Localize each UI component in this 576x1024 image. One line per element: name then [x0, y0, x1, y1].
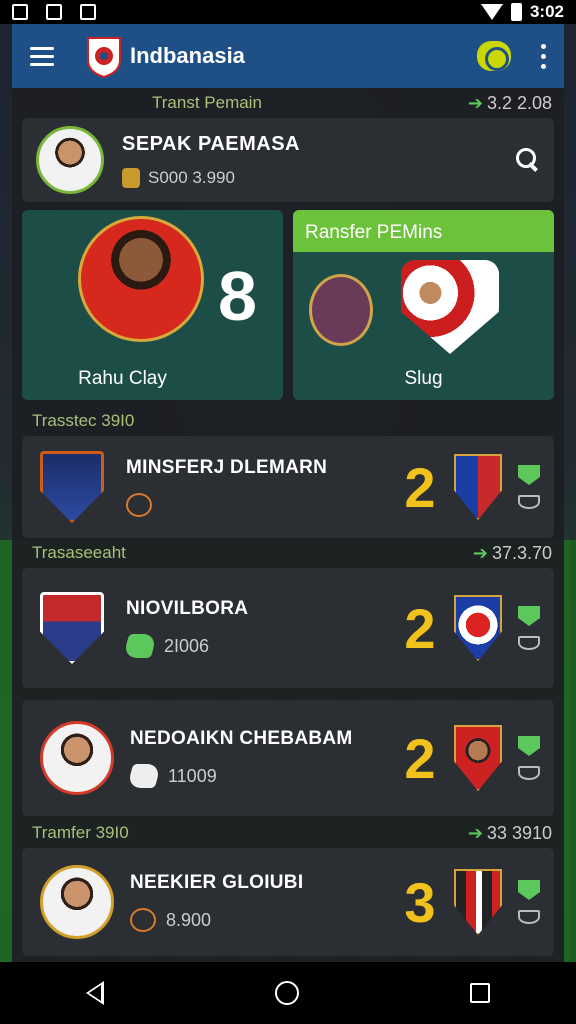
transfer-icon — [126, 764, 162, 788]
transfer-header: Transt Pemain ➔ 3.2 2.08 — [12, 88, 564, 118]
featured-player-avatar — [78, 216, 204, 342]
section-label: Trasaseeaht — [32, 543, 126, 562]
club-badge — [454, 725, 502, 791]
featured-player-number: 8 — [218, 257, 257, 335]
list-item-title: NEEKIER GLOIUBI — [130, 872, 304, 893]
club-crest-icon — [309, 274, 373, 346]
bookmark-icon[interactable] — [518, 766, 540, 780]
section-header: Trasaseeaht ➔ 37.3.70 — [12, 538, 564, 568]
section-amount: 33 3910 — [486, 822, 552, 843]
search-card-value: S000 3.990 — [148, 167, 235, 187]
menu-icon[interactable] — [30, 46, 54, 66]
list-item-number: 2 — [404, 596, 436, 660]
avatar — [40, 865, 114, 939]
app-title: Indbanasia — [130, 43, 245, 68]
clock: 3:02 — [529, 2, 564, 21]
transfer-header-label: Transt Pemain — [152, 93, 262, 112]
status-bar: 3:02 — [0, 0, 576, 24]
like-icon[interactable] — [518, 465, 540, 485]
list-item-title: MINSFERJ DLEMARN — [126, 457, 328, 478]
main-content: Transt Pemain ➔ 3.2 2.08 SEPAK PAEMASA S0… — [12, 88, 564, 962]
list-item-value: 8.900 — [166, 909, 212, 930]
download-icon — [80, 4, 96, 20]
bookmark-icon[interactable] — [518, 910, 540, 924]
transfer-feature-card[interactable]: Ransfer PEMins Slug — [293, 210, 554, 400]
list-item-value: 11009 — [168, 765, 217, 786]
wifi-icon — [480, 4, 503, 20]
transfer-header-amount: 3.2 2.08 — [486, 92, 552, 113]
more-options-icon[interactable] — [541, 43, 546, 69]
like-icon[interactable] — [518, 736, 540, 756]
like-icon[interactable] — [518, 880, 540, 900]
world-cup-icon[interactable] — [477, 41, 511, 71]
list-item[interactable]: MINSFERJ DLEMARN 2 — [22, 436, 554, 538]
app-bar: Indbanasia — [12, 24, 564, 88]
section-label: Tramfer 39I0 — [32, 823, 129, 842]
list-item[interactable]: NIOVILBORA 2I006 2 — [22, 568, 554, 688]
arrow-icon: ➔ — [467, 822, 483, 843]
home-icon[interactable] — [274, 981, 299, 1005]
image-notification-icon — [12, 4, 28, 20]
club-badge — [454, 595, 502, 661]
player-search-card[interactable]: SEPAK PAEMASA S000 3.990 — [22, 118, 554, 202]
featured-player-card[interactable]: 8 Rahu Clay — [22, 210, 283, 400]
list-item-number: 2 — [404, 726, 436, 790]
section-label: Trasstec 39I0 — [32, 411, 135, 430]
search-icon[interactable] — [516, 148, 540, 172]
section-header: Tramfer 39I0 ➔ 33 3910 — [12, 818, 564, 848]
transfer-feature-header: Ransfer PEMins — [293, 210, 554, 252]
list-item-value: 2I006 — [164, 635, 210, 656]
notification-icon — [46, 4, 62, 20]
plane-icon — [130, 908, 156, 932]
system-nav-bar — [0, 962, 576, 1024]
recent-apps-icon[interactable] — [470, 983, 491, 1003]
plane-icon — [126, 493, 152, 517]
featured-player-name: Rahu Clay — [78, 368, 167, 389]
section-header: Trasstec 39I0 — [12, 406, 564, 436]
club-badge — [454, 454, 502, 520]
club-logo-icon — [87, 37, 121, 78]
list-item[interactable]: NEDOAIKN CHEBABAM 11009 2 — [22, 700, 554, 816]
transfer-icon — [122, 634, 158, 658]
team-logo — [40, 592, 104, 664]
back-icon[interactable] — [85, 981, 104, 1005]
team-logo — [40, 451, 104, 523]
search-card-title: SEPAK PAEMASA — [122, 132, 301, 155]
avatar — [40, 721, 114, 795]
list-item-title: NEDOAIKN CHEBABAM — [130, 728, 353, 749]
coin-icon — [122, 167, 140, 188]
arrow-icon: ➔ — [467, 92, 483, 113]
bookmark-icon[interactable] — [518, 636, 540, 650]
transfer-feature-label: Slug — [404, 368, 443, 389]
like-icon[interactable] — [518, 606, 540, 626]
club-badge — [454, 869, 502, 935]
bookmark-icon[interactable] — [518, 495, 540, 509]
list-item-number: 3 — [404, 870, 436, 934]
avatar — [36, 126, 104, 194]
battery-icon — [510, 3, 522, 21]
section-amount: 37.3.70 — [491, 542, 552, 563]
list-item-title: NIOVILBORA — [126, 598, 249, 619]
list-item[interactable]: NEEKIER GLOIUBI 8.900 3 — [22, 848, 554, 956]
list-item-number: 2 — [404, 455, 436, 519]
players-badge — [401, 260, 499, 354]
arrow-icon: ➔ — [472, 542, 488, 563]
